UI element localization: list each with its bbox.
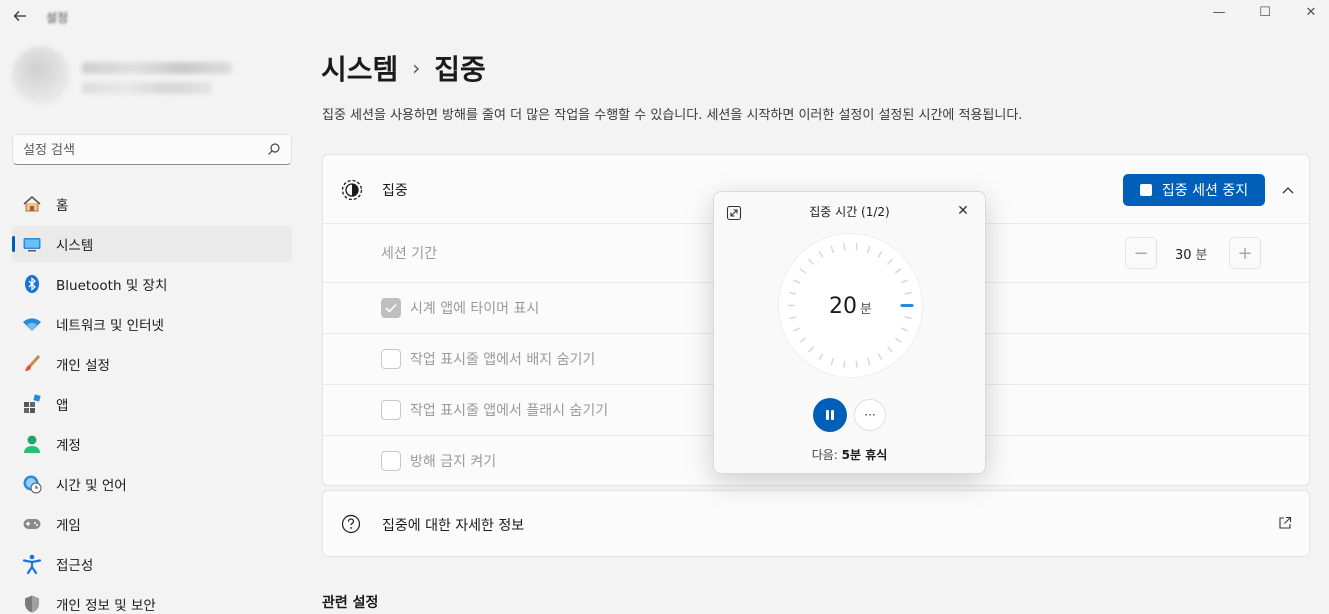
sidebar-item-label: 앱 [56,398,69,414]
brush-icon [22,354,42,374]
timer-tick [843,243,846,251]
timer-unit: 분 [860,302,872,317]
sidebar-item-label: 계정 [56,438,81,454]
sidebar-item-label: 개인 설정 [56,358,110,374]
search-input[interactable] [23,141,263,159]
profile-email-redacted [82,82,212,94]
next-value: 5분 휴식 [841,448,888,462]
wifi-icon [22,314,42,334]
stop-button-label: 집중 세션 중지 [1161,183,1249,199]
sidebar-item-label: 시간 및 언어 [56,478,127,494]
globe-clock-icon [22,474,42,494]
sidebar-item-bluetooth[interactable]: Bluetooth 및 장치 [12,266,292,302]
timer-value: 20 분 [777,294,924,319]
page-title: 집중 [434,53,486,86]
chevron-up-icon [1282,187,1294,194]
do-not-disturb-checkbox[interactable] [381,451,401,471]
focus-info-title: 집중에 대한 자세한 정보 [382,518,525,534]
sidebar-item-accounts[interactable]: 계정 [12,426,292,462]
gamepad-icon [22,514,42,534]
sidebar-item-label: 개인 정보 및 보안 [56,598,156,614]
sidebar-item-personalization[interactable]: 개인 설정 [12,346,292,382]
show-timer-checkbox[interactable] [381,298,401,318]
option-label: 작업 표시줄 앱에서 배지 숨기기 [410,352,596,368]
timer-tick [855,360,858,368]
account-icon [22,434,42,454]
duration-unit: 분 [1195,248,1208,263]
focus-timer-popup: 집중 시간 (1/2) ✕ 20 분 ··· 다음: 5분 휴식 [713,191,986,474]
sidebar-item-label: Bluetooth 및 장치 [56,278,168,294]
back-arrow-icon [13,11,26,21]
focus-title: 집중 [382,183,408,199]
popup-title: 집중 시간 (1/2) [809,205,890,219]
home-icon [22,194,42,214]
sidebar-item-label: 홈 [56,198,69,214]
pause-button[interactable] [813,398,847,432]
duration-increase-button[interactable]: + [1229,237,1261,269]
duration-decrease-button[interactable]: − [1125,237,1157,269]
option-label: 시계 앱에 타이머 표시 [410,301,540,317]
back-button[interactable] [10,6,30,26]
option-label: 방해 금지 켜기 [410,454,497,470]
avatar[interactable] [12,46,70,104]
hide-badges-checkbox[interactable] [381,349,401,369]
sidebar-item-network[interactable]: 네트워크 및 인터넷 [12,306,292,342]
checkmark-icon [385,303,397,313]
maximize-button[interactable]: ☐ [1242,0,1288,24]
breadcrumb-separator: › [412,56,421,80]
breadcrumb-parent[interactable]: 시스템 [321,48,398,88]
more-options-button[interactable]: ··· [854,399,886,431]
shield-icon [22,594,42,614]
sidebar-item-label: 게임 [56,518,81,534]
sidebar-nav: 홈 시스템 Bluetooth 및 장치 네트워크 및 인터넷 개인 설정 앱 [12,186,292,614]
breadcrumb: 시스템 › 집중 [321,48,486,88]
system-icon [22,234,42,254]
profile-name-redacted [82,62,232,74]
bluetooth-icon [22,274,42,294]
stop-focus-session-button[interactable]: 집중 세션 중지 [1123,174,1265,206]
focus-clock-icon [341,179,363,201]
sidebar-item-home[interactable]: 홈 [12,186,292,222]
sidebar-item-accessibility[interactable]: 접근성 [12,546,292,582]
close-window-button[interactable]: ✕ [1288,0,1329,24]
session-duration-label: 세션 기간 [381,245,437,262]
sidebar-item-system[interactable]: 시스템 [12,226,292,262]
sidebar-item-privacy[interactable]: 개인 정보 및 보안 [12,586,292,614]
next-session-text: 다음: 5분 휴식 [714,446,985,463]
timer-tick [855,243,858,251]
next-prefix: 다음: [811,448,842,462]
duration-number: 30 [1175,248,1192,263]
apps-icon [22,394,42,414]
accessibility-icon [22,554,42,574]
title-bar: 설정 — ☐ ✕ [0,0,1329,34]
stop-icon [1139,184,1152,196]
external-link-icon[interactable] [1278,516,1292,530]
app-title: 설정 [46,11,69,25]
sidebar-item-time-language[interactable]: 시간 및 언어 [12,466,292,502]
option-label: 작업 표시줄 앱에서 플래시 숨기기 [410,403,609,419]
page-description: 집중 세션을 사용하면 방해를 줄여 더 많은 작업을 수행할 수 있습니다. … [322,108,1023,123]
pause-icon [826,410,834,420]
sidebar-item-label: 접근성 [56,558,94,574]
timer-number: 20 [829,294,858,319]
sidebar-item-label: 시스템 [56,238,94,254]
duration-value: 30 분 [1175,244,1208,263]
minimize-button[interactable]: — [1196,0,1242,24]
help-icon [341,514,361,534]
focus-info-card[interactable]: 집중에 대한 자세한 정보 [322,490,1310,557]
popup-close-button[interactable]: ✕ [953,201,973,221]
search-box[interactable] [12,134,292,165]
related-settings-heading: 관련 설정 [322,595,379,611]
hide-flashing-checkbox[interactable] [381,400,401,420]
sidebar-item-label: 네트워크 및 인터넷 [56,318,164,334]
sidebar-item-gaming[interactable]: 게임 [12,506,292,542]
timer-tick [843,360,846,368]
sidebar-item-apps[interactable]: 앱 [12,386,292,422]
collapse-button[interactable] [1275,177,1301,203]
search-icon[interactable] [267,142,281,156]
